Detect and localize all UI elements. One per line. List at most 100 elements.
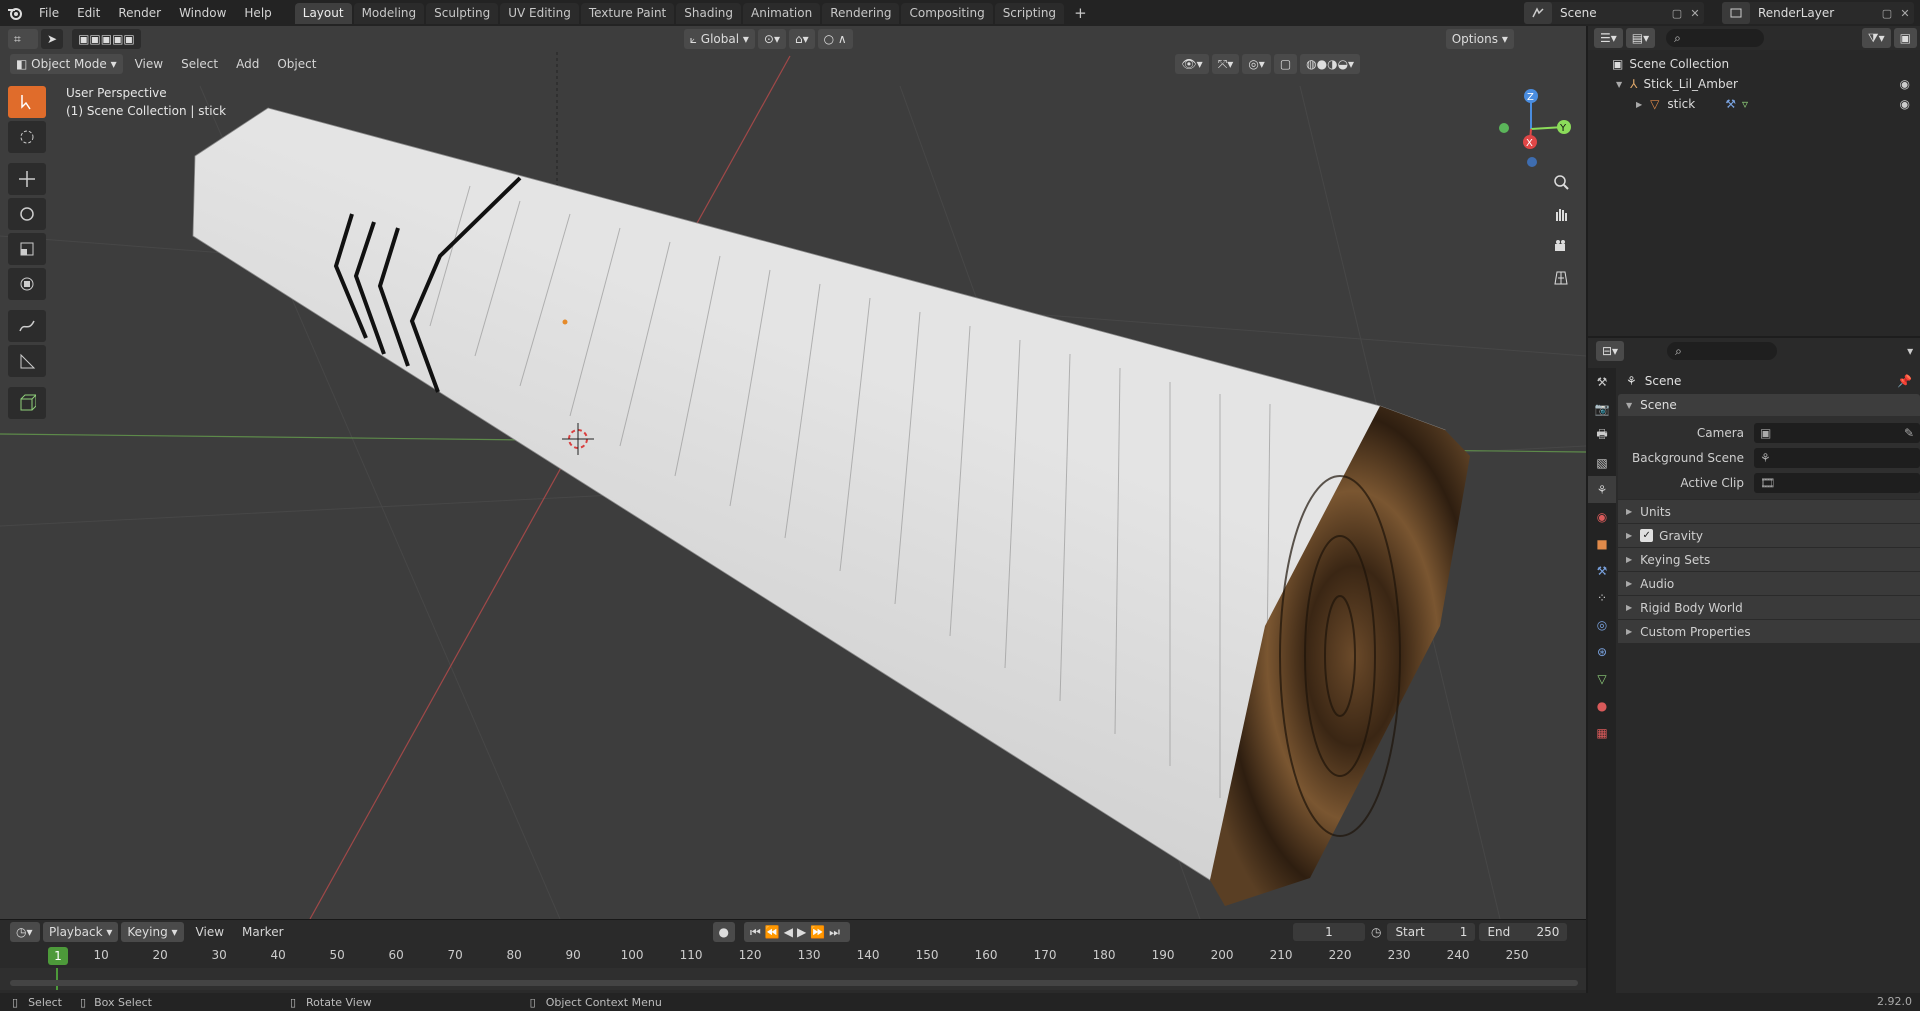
start-frame-field[interactable]: Start 1 (1387, 923, 1476, 941)
rigid-body-world-panel[interactable]: ▶ Rigid Body World (1618, 595, 1920, 619)
scene-browse-icon[interactable] (1524, 2, 1552, 24)
world-tab-icon[interactable]: ◉ (1588, 503, 1616, 530)
custom-properties-panel[interactable]: ▶ Custom Properties (1618, 619, 1920, 643)
filter-icon[interactable]: ⧩▾ (1861, 28, 1891, 48)
copy-icon[interactable]: ▢ (1668, 7, 1686, 20)
outliner-row-armature[interactable]: ▼ ⅄ Stick_Lil_Amber ◉ (1588, 74, 1920, 94)
renderlayer-browse-icon[interactable] (1722, 2, 1750, 24)
rotate-tool-icon[interactable] (8, 198, 46, 230)
menu-render[interactable]: Render (109, 6, 170, 20)
tab-animation[interactable]: Animation (743, 3, 821, 24)
shading-modes-icon[interactable]: ◍●◑◒▾ (1300, 54, 1361, 74)
tab-shading[interactable]: Shading (676, 3, 741, 24)
modifier-tab-icon[interactable]: ⚒ (1588, 557, 1616, 584)
object-tab-icon[interactable]: ■ (1588, 530, 1616, 557)
editor-type-icon[interactable]: ⌗ (8, 29, 38, 49)
visibility-icon[interactable]: 👁▾ (1175, 54, 1209, 74)
outliner-row-mesh[interactable]: ▶ ▽ stick ⚒ ▿ ◉ (1588, 94, 1920, 114)
perspective-toggle-icon[interactable] (1547, 264, 1575, 292)
keying-sets-panel[interactable]: ▶ Keying Sets (1618, 547, 1920, 571)
new-collection-icon[interactable]: ▣ (1893, 28, 1917, 48)
view-layer-tab-icon[interactable]: ▧ (1588, 449, 1616, 476)
selection-mode-icon[interactable]: ▣▣▣▣▣ (72, 29, 141, 49)
gravity-panel[interactable]: ▶ ✓ Gravity (1618, 523, 1920, 547)
overlay-toggle-icon[interactable]: ◎▾ (1242, 54, 1271, 74)
move-tool-icon[interactable] (8, 163, 46, 195)
timeline-editor[interactable]: ◷▾ Playback ▾ Keying ▾ View Marker ● ⏮⏪◀… (0, 919, 1586, 993)
menu-add[interactable]: Add (227, 57, 268, 71)
menu-window[interactable]: Window (170, 6, 235, 20)
playhead-frame[interactable]: 1 (48, 947, 68, 965)
current-frame-field[interactable]: 1 (1292, 923, 1365, 941)
gizmo-toggle-icon[interactable]: ⤧▾ (1211, 54, 1240, 74)
tab-rendering[interactable]: Rendering (822, 3, 900, 24)
units-panel[interactable]: ▶ Units (1618, 499, 1920, 523)
data-tab-icon[interactable]: ▽ (1588, 665, 1616, 692)
annotate-tool-icon[interactable] (8, 310, 46, 342)
menu-select[interactable]: Select (172, 57, 227, 71)
frame-ruler[interactable]: 10 20 30 40 50 60 70 80 90 100 110 120 130 140 150 160 1… (8, 946, 1578, 966)
renderlayer-selector[interactable]: RenderLayer ▢ ✕ (1722, 2, 1914, 24)
select-box-tool-icon[interactable] (8, 86, 46, 118)
end-frame-field[interactable]: End 250 (1479, 923, 1568, 941)
menu-object[interactable]: Object (268, 57, 325, 71)
outliner[interactable]: ☰▾ ▤▾ ⌕ ⧩▾ ▣ ▣ Scene Collection ▼ ⅄ Stic… (1588, 26, 1920, 336)
properties-search-input[interactable]: ⌕ (1667, 342, 1778, 360)
tab-sculpting[interactable]: Sculpting (426, 3, 499, 24)
xray-icon[interactable]: ▢ (1273, 54, 1298, 74)
properties-options-icon[interactable]: ▾ (1907, 344, 1913, 358)
background-scene-field[interactable]: ⚘ (1754, 447, 1920, 468)
mode-dropdown[interactable]: ◧ Object Mode ▾ (10, 54, 123, 74)
options-dropdown[interactable]: Options ▾ (1445, 29, 1514, 49)
keying-dropdown[interactable]: Keying ▾ (121, 922, 184, 942)
gravity-checkbox[interactable]: ✓ (1640, 529, 1654, 542)
scale-tool-icon[interactable] (8, 233, 46, 265)
particles-tab-icon[interactable]: ⁘ (1588, 584, 1616, 611)
timeline-editor-type-icon[interactable]: ◷▾ (10, 922, 40, 942)
audio-panel[interactable]: ▶ Audio (1618, 571, 1920, 595)
transform-orientation-dropdown[interactable]: ⟀ Global ▾ (683, 29, 755, 49)
menu-file[interactable]: File (30, 6, 68, 20)
outliner-row-scene-collection[interactable]: ▣ Scene Collection (1588, 54, 1920, 74)
preview-range-icon[interactable]: ◷ (1371, 925, 1381, 939)
scene-name[interactable]: Scene (1552, 6, 1668, 20)
add-workspace-button[interactable]: + (1066, 3, 1095, 24)
playback-dropdown[interactable]: Playback ▾ (43, 922, 119, 942)
menu-edit[interactable]: Edit (68, 6, 109, 20)
timeline-track[interactable] (0, 968, 1586, 990)
navigation-gizmo[interactable]: Z Y X (1486, 84, 1576, 174)
outliner-search-input[interactable]: ⌕ (1666, 29, 1764, 47)
pivot-point-icon[interactable]: ⊙▾ (757, 29, 786, 49)
close-icon[interactable]: ✕ (1686, 7, 1704, 20)
cursor-tool-icon[interactable] (8, 121, 46, 153)
tab-modeling[interactable]: Modeling (353, 3, 425, 24)
auto-keying-icon[interactable]: ● (712, 922, 735, 942)
transform-tool-icon[interactable] (8, 268, 46, 300)
outliner-editor-type-icon[interactable]: ☰▾ (1594, 28, 1623, 48)
renderlayer-name[interactable]: RenderLayer (1750, 6, 1878, 20)
mesh-data-icon[interactable]: ▿ (1742, 97, 1748, 111)
timeline-menu-view[interactable]: View (187, 925, 233, 939)
physics-tab-icon[interactable]: ◎ (1588, 611, 1616, 638)
camera-field[interactable]: ▣ ✎ (1754, 422, 1920, 443)
tab-texture-paint[interactable]: Texture Paint (580, 3, 675, 24)
camera-view-icon[interactable] (1547, 232, 1575, 260)
render-tab-icon[interactable]: 📷 (1588, 395, 1616, 422)
close-icon[interactable]: ✕ (1896, 7, 1914, 20)
playback-controls[interactable]: ⏮⏪◀▶⏩⏭ (744, 922, 850, 942)
properties-editor[interactable]: ⊟▾ ⌕ ▾ ⚒ 📷 🖶 ▧ ⚘ ◉ ■ ⚒ ⁘ ◎ ⊛ ▽ ● ▦ ⚘ Sce… (1588, 338, 1920, 1008)
zoom-icon[interactable] (1547, 168, 1575, 196)
constraints-tab-icon[interactable]: ⊛ (1588, 638, 1616, 665)
select-tool-icon[interactable]: ➤ (41, 29, 64, 49)
tab-uv-editing[interactable]: UV Editing (500, 3, 579, 24)
snap-icon[interactable]: ⌂▾ (788, 29, 815, 49)
scene-selector[interactable]: Scene ▢ ✕ (1524, 2, 1704, 24)
add-cube-tool-icon[interactable] (8, 387, 46, 419)
visibility-eye-icon[interactable]: ◉ (1900, 97, 1910, 111)
material-tab-icon[interactable]: ● (1588, 692, 1616, 719)
output-tab-icon[interactable]: 🖶 (1588, 422, 1616, 449)
measure-tool-icon[interactable] (8, 345, 46, 377)
tab-scripting[interactable]: Scripting (994, 3, 1065, 24)
display-mode-icon[interactable]: ▤▾ (1625, 28, 1656, 48)
menu-help[interactable]: Help (235, 6, 280, 20)
